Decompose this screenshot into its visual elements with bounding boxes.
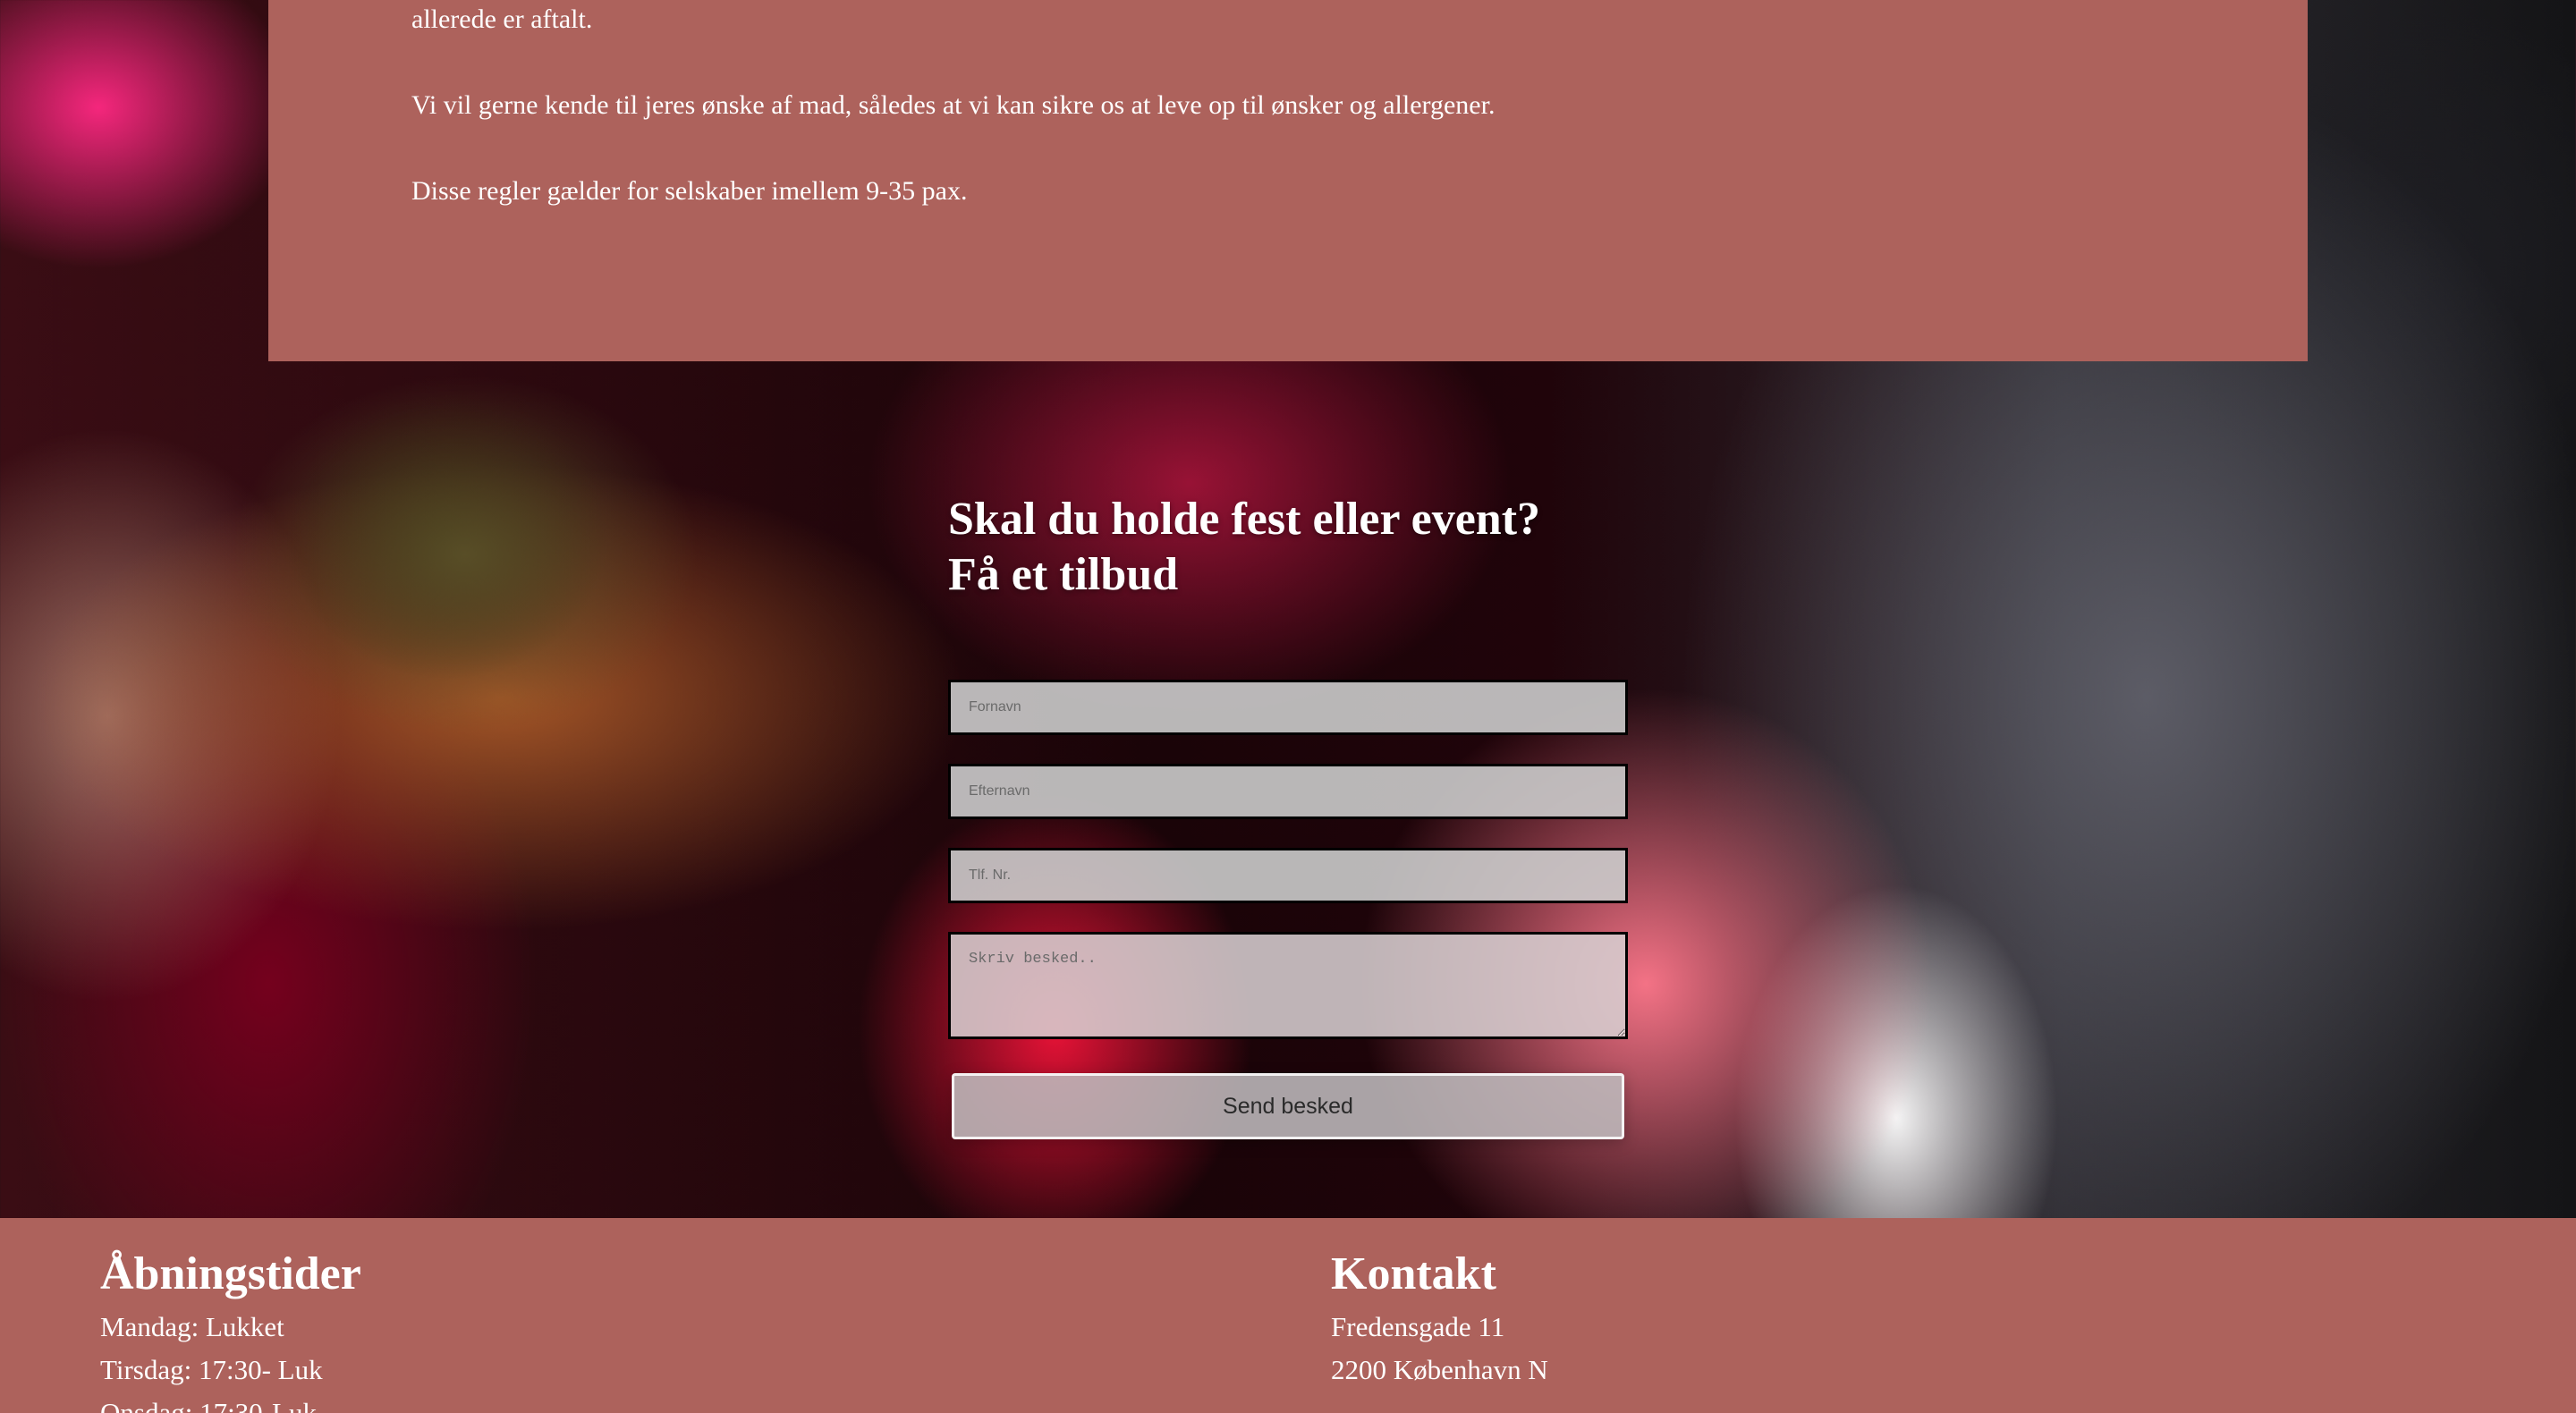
rules-paragraph: Vi vil gerne kende til jeres ønske af ma… <box>411 90 1496 120</box>
offer-title-line: Få et tilbud <box>948 549 1179 600</box>
contact-heading: Kontakt <box>1331 1248 1496 1299</box>
opening-hours: Åbningstider Mandag: Lukket Tirsdag: 17:… <box>100 1247 361 1413</box>
phone-field[interactable] <box>948 848 1628 903</box>
last-name-field[interactable] <box>948 764 1628 819</box>
contact-address-line: Fredensgade 11 <box>1331 1311 1505 1342</box>
contact-address-line: 2200 København N <box>1331 1354 1548 1385</box>
event-rules-panel: allerede er aftalt. Vi vil gerne kende t… <box>268 0 2308 361</box>
first-name-field[interactable] <box>948 680 1628 735</box>
footer: Åbningstider Mandag: Lukket Tirsdag: 17:… <box>0 1218 2576 1413</box>
offer-title-line: Skal du holde fest eller event? <box>948 494 1541 545</box>
event-rules-text: allerede er aftalt. Vi vil gerne kende t… <box>411 0 1574 256</box>
send-message-button[interactable]: Send besked <box>952 1073 1624 1139</box>
rules-paragraph: allerede er aftalt. <box>411 4 593 34</box>
opening-hours-line: Onsdag: 17:30-Luk <box>100 1397 317 1413</box>
offer-form: Send besked <box>948 680 1628 1139</box>
opening-hours-line: Mandag: Lukket <box>100 1311 284 1342</box>
opening-hours-line: Tirsdag: 17:30- Luk <box>100 1354 323 1385</box>
offer-form-section: Skal du holde fest eller event? Få et ti… <box>948 492 1628 1139</box>
rules-paragraph: Disse regler gælder for selskaber imelle… <box>411 176 968 206</box>
contact-info: Kontakt Fredensgade 11 2200 København N <box>1331 1247 1548 1392</box>
message-field[interactable] <box>948 932 1628 1039</box>
offer-form-title: Skal du holde fest eller event? Få et ti… <box>948 492 1628 603</box>
opening-hours-heading: Åbningstider <box>100 1248 361 1299</box>
